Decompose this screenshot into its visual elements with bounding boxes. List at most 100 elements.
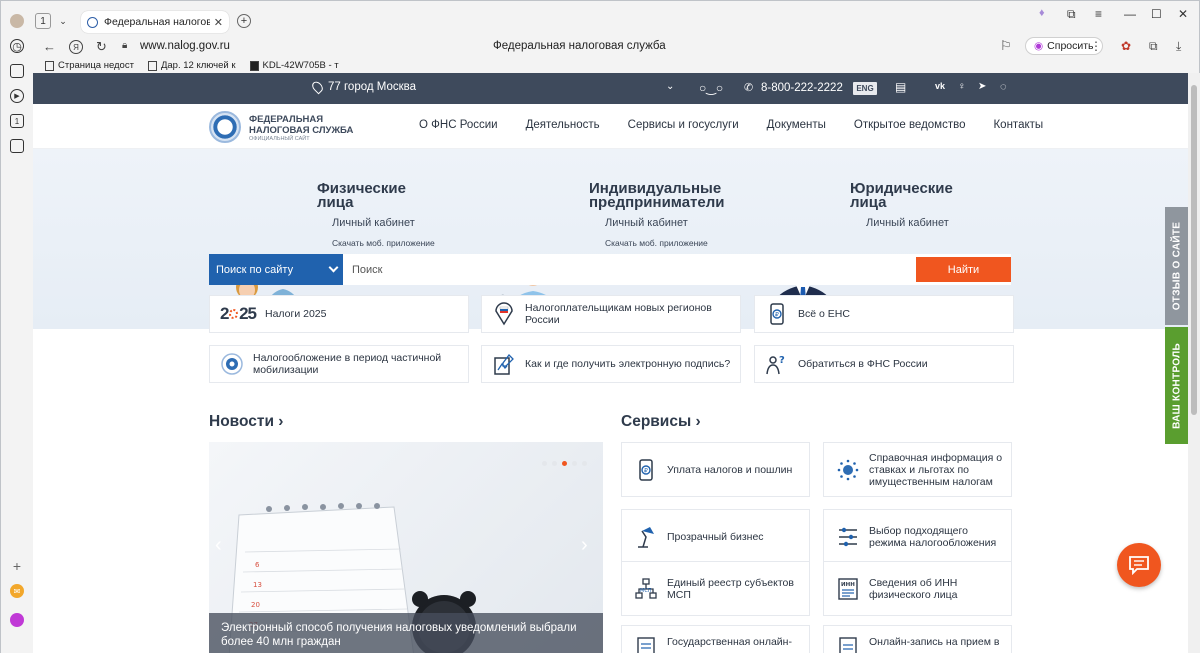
extension-icon[interactable]: ✿ bbox=[1121, 39, 1131, 53]
slider-dot[interactable] bbox=[582, 461, 587, 466]
bookmarks-icon[interactable]: ⧉ bbox=[1067, 7, 1076, 22]
nav-activity[interactable]: Деятельность bbox=[526, 119, 600, 131]
url-field[interactable]: www.nalog.gov.ru bbox=[140, 37, 230, 55]
alice-assistant-icon[interactable] bbox=[10, 613, 24, 627]
quick-link-mobilization[interactable]: Налогообложение в период частичной мобили… bbox=[209, 345, 469, 383]
entrepreneurs-title-2[interactable]: предприниматели bbox=[589, 195, 725, 210]
kkt-icon bbox=[637, 637, 655, 653]
quick-link-new-regions[interactable]: Налогоплательщикам новых регионов России bbox=[481, 295, 741, 333]
service-property-tax-info[interactable]: Справочная информация о ставках и льготах… bbox=[823, 442, 1012, 497]
telegram-icon[interactable]: ➤ bbox=[978, 81, 986, 92]
profile-avatar-icon[interactable] bbox=[10, 14, 24, 28]
news-slider[interactable]: 6132027 ‹ › Электронный способ получения… bbox=[209, 442, 603, 653]
minimize-icon[interactable]: — bbox=[1124, 7, 1136, 21]
site-search: Поиск по сайту Найти bbox=[209, 254, 1011, 285]
slider-next-arrow-icon[interactable]: › bbox=[581, 534, 588, 557]
service-transparent-business[interactable]: Прозрачный бизнес bbox=[621, 509, 810, 564]
service-online-kkt[interactable]: Государственная онлайн- bbox=[621, 625, 810, 653]
bookmark-item[interactable]: Дар. 12 ключей к bbox=[147, 58, 236, 73]
new-tab-icon[interactable]: + bbox=[237, 14, 251, 28]
map-pin-flag-icon bbox=[495, 302, 513, 326]
entrepreneurs-cabinet-link[interactable]: Личный кабинет bbox=[605, 217, 688, 229]
service-tax-regime[interactable]: Выбор подходящего режима налогообложения bbox=[823, 509, 1012, 564]
sliders-icon bbox=[839, 527, 857, 546]
slider-dots bbox=[542, 461, 587, 466]
screenshot-icon[interactable] bbox=[10, 139, 24, 153]
logo-line1[interactable]: ФЕДЕРАЛЬНАЯ bbox=[249, 114, 323, 125]
service-inn-info[interactable]: ИНН Сведения об ИНН физического лица bbox=[823, 561, 1012, 616]
slider-prev-arrow-icon[interactable]: ‹ bbox=[215, 534, 222, 557]
tab-list-chevron-icon[interactable]: ⌄ bbox=[55, 13, 71, 29]
service-tax-payment[interactable]: ₽ Уплата налогов и пошлин bbox=[621, 442, 810, 497]
yandex-icon[interactable]: Я bbox=[69, 40, 83, 54]
maximize-icon[interactable]: ☐ bbox=[1151, 7, 1162, 21]
service-sme-registry[interactable]: МСП Единый реестр субъектов МСП bbox=[621, 561, 810, 616]
inn-doc-icon: ИНН bbox=[838, 577, 858, 600]
close-window-icon[interactable]: ✕ bbox=[1178, 7, 1188, 21]
extensions-puzzle-icon[interactable]: ⧉ bbox=[1149, 39, 1158, 54]
history-clock-icon[interactable]: ◷ bbox=[10, 39, 24, 53]
nav-services[interactable]: Сервисы и госуслуги bbox=[628, 119, 739, 131]
slider-dot[interactable] bbox=[572, 461, 577, 466]
play-icon[interactable]: ▶ bbox=[10, 89, 24, 103]
active-tab[interactable]: Федеральная налоговая ✕ bbox=[81, 11, 229, 33]
nav-documents[interactable]: Документы bbox=[767, 119, 826, 131]
bookmark-flag-icon[interactable]: ⚐ bbox=[1000, 38, 1012, 54]
news-caption[interactable]: Электронный способ получения налоговых у… bbox=[209, 613, 603, 653]
nav-contacts[interactable]: Контакты bbox=[993, 119, 1043, 131]
legal-entities-title-2[interactable]: лица bbox=[850, 195, 887, 210]
accessibility-glasses-icon[interactable]: ○‿○ bbox=[699, 81, 723, 95]
search-button[interactable]: Найти bbox=[916, 257, 1011, 282]
close-tab-icon[interactable]: ✕ bbox=[214, 16, 223, 29]
alice-icon[interactable]: ♦ bbox=[1039, 7, 1045, 19]
nav-about[interactable]: О ФНС России bbox=[419, 119, 498, 131]
lock-icon[interactable]: 🔒︎ bbox=[122, 40, 127, 51]
bookmark-item[interactable]: Страница недост bbox=[45, 58, 134, 73]
individuals-app-link[interactable]: Скачать моб. приложение bbox=[332, 238, 435, 248]
logo-line2[interactable]: НАЛОГОВАЯ СЛУЖБА bbox=[249, 125, 353, 136]
tab-counter-icon[interactable]: 1 bbox=[10, 114, 24, 128]
quick-link-e-signature[interactable]: Как и где получить электронную подпись? bbox=[481, 345, 741, 383]
max-messenger-icon[interactable]: ◌ bbox=[1000, 81, 1007, 93]
scrollbar-thumb[interactable] bbox=[1191, 85, 1197, 415]
bookmark-item[interactable]: KDL-42W705B - т bbox=[249, 58, 339, 73]
chat-button[interactable] bbox=[1117, 543, 1161, 587]
download-icon[interactable]: ⤓ bbox=[1176, 39, 1181, 54]
add-panel-icon[interactable]: + bbox=[10, 558, 24, 574]
hotline-phone[interactable]: 8-800-222-2222 bbox=[761, 82, 843, 94]
reload-icon[interactable]: ↻ bbox=[96, 39, 107, 55]
site-feedback-tab[interactable]: ОТЗЫВ О САЙТЕ bbox=[1165, 207, 1188, 325]
page-scrollbar[interactable] bbox=[1188, 73, 1200, 653]
fns-emblem-icon[interactable] bbox=[209, 111, 241, 143]
quick-link-taxes-2025[interactable]: 2 25 Налоги 2025 bbox=[209, 295, 469, 333]
your-control-tab[interactable]: ВАШ КОНТРОЛЬ bbox=[1165, 327, 1188, 444]
individuals-cabinet-link[interactable]: Личный кабинет bbox=[332, 217, 415, 229]
entrepreneurs-app-link[interactable]: Скачать моб. приложение bbox=[605, 238, 708, 248]
search-scope-dropdown[interactable]: Поиск по сайту bbox=[209, 254, 343, 285]
news-heading[interactable]: Новости › bbox=[209, 413, 283, 431]
quick-link-ens[interactable]: ₽ Всё о ЕНС bbox=[754, 295, 1014, 333]
individuals-title-2[interactable]: лица bbox=[317, 195, 354, 210]
legal-entities-cabinet-link[interactable]: Личный кабинет bbox=[866, 217, 949, 229]
slider-dot[interactable] bbox=[552, 461, 557, 466]
menu-icon[interactable]: ≡ bbox=[1095, 7, 1102, 21]
services-heading[interactable]: Сервисы › bbox=[621, 413, 701, 431]
vk-icon[interactable]: vk bbox=[935, 81, 945, 91]
collections-icon[interactable] bbox=[10, 64, 24, 78]
quick-link-contact-fns[interactable]: ? Обратиться в ФНС России bbox=[754, 345, 1014, 383]
chat-monitor-icon[interactable]: ▤ bbox=[895, 80, 906, 94]
service-label: Справочная информация о ставках и льготах… bbox=[869, 451, 1003, 488]
slider-dot-active[interactable] bbox=[562, 461, 567, 466]
ok-icon[interactable]: ♀ bbox=[958, 81, 966, 92]
english-version-button[interactable]: ENG bbox=[853, 82, 877, 95]
tab-count-badge[interactable]: 1 bbox=[35, 13, 51, 29]
service-online-appointment[interactable]: Онлайн-запись на прием в bbox=[823, 625, 1012, 653]
chevron-down-icon[interactable]: ⌄ bbox=[666, 81, 674, 92]
search-input[interactable] bbox=[343, 254, 916, 285]
slider-dot[interactable] bbox=[542, 461, 547, 466]
nav-open-agency[interactable]: Открытое ведомство bbox=[854, 119, 966, 131]
region-selector[interactable]: 77 город Москва bbox=[310, 79, 416, 95]
mail-icon[interactable]: ✉ bbox=[10, 584, 24, 598]
back-arrow-icon[interactable]: ← bbox=[43, 39, 56, 54]
more-icon[interactable]: ⋮ bbox=[1090, 39, 1102, 53]
